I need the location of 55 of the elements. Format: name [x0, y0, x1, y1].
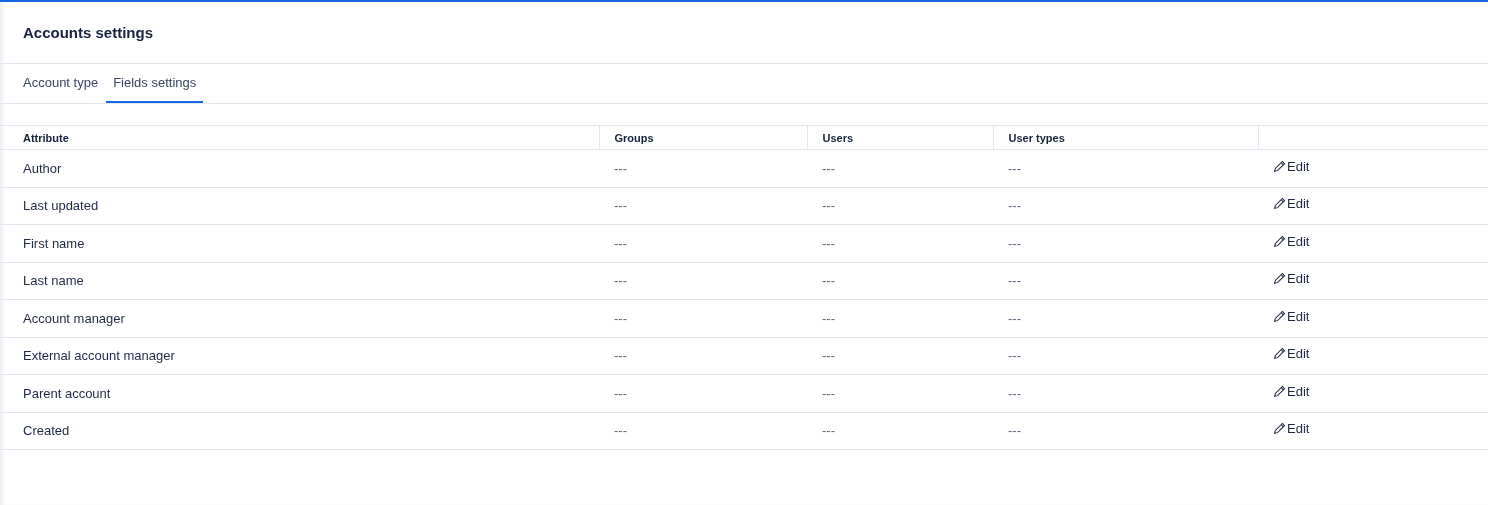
table-cell: ---: [599, 149, 807, 187]
table-cell: ---: [993, 149, 1258, 187]
table-cell: Parent account: [0, 374, 599, 412]
table-cell: ---: [993, 374, 1258, 412]
table-cell: Created: [0, 412, 599, 450]
pencil-icon: [1273, 197, 1286, 211]
edit-button[interactable]: Edit: [1273, 158, 1310, 174]
tab[interactable]: Account type: [16, 64, 106, 103]
table-cell: ---: [599, 337, 807, 375]
table-cell: ---: [599, 412, 807, 450]
tab[interactable]: Fields settings: [106, 64, 204, 103]
edit-button[interactable]: Edit: [1273, 308, 1310, 324]
table-cell: ---: [807, 224, 993, 262]
table-cell: ---: [807, 262, 993, 300]
table-cell: ---: [599, 187, 807, 225]
edit-button[interactable]: Edit: [1273, 421, 1310, 437]
table-cell: ---: [807, 412, 993, 450]
table-cell: ---: [599, 224, 807, 262]
column-header: User types: [993, 125, 1258, 150]
edit-button[interactable]: Edit: [1273, 383, 1310, 399]
edit-button[interactable]: Edit: [1273, 271, 1310, 287]
pencil-icon: [1273, 234, 1286, 248]
table-cell: ---: [807, 149, 993, 187]
table-cell: ---: [807, 337, 993, 375]
table-cell: ---: [807, 299, 993, 337]
pencil-icon: [1273, 384, 1286, 398]
table-cell: ---: [599, 262, 807, 300]
table-cell: Last updated: [0, 187, 599, 225]
pencil-icon: [1273, 272, 1286, 286]
pencil-icon: [1273, 159, 1286, 173]
pencil-icon: [1273, 347, 1286, 361]
table-cell: ---: [599, 374, 807, 412]
table-cell: Author: [0, 149, 599, 187]
table-cell: ---: [993, 224, 1258, 262]
table-cell: ---: [599, 299, 807, 337]
page-title: Accounts settings: [23, 24, 154, 41]
table-cell: External account manager: [0, 337, 599, 375]
pencil-icon: [1273, 309, 1286, 323]
edit-button[interactable]: Edit: [1273, 346, 1310, 362]
column-header: Users: [807, 125, 993, 150]
table-cell: ---: [993, 262, 1258, 300]
table-cell: First name: [0, 224, 599, 262]
edit-button[interactable]: Edit: [1273, 233, 1310, 249]
table-cell: ---: [993, 412, 1258, 450]
table-cell: ---: [993, 299, 1258, 337]
table-cell: ---: [807, 187, 993, 225]
table-cell: ---: [993, 187, 1258, 225]
table-cell: ---: [807, 374, 993, 412]
edit-button[interactable]: Edit: [1273, 196, 1310, 212]
column-header: Attribute: [0, 125, 599, 150]
table-cell: ---: [993, 337, 1258, 375]
column-header: Groups: [599, 125, 807, 150]
table-cell: Last name: [0, 262, 599, 300]
pencil-icon: [1273, 422, 1286, 436]
table-cell: Account manager: [0, 299, 599, 337]
